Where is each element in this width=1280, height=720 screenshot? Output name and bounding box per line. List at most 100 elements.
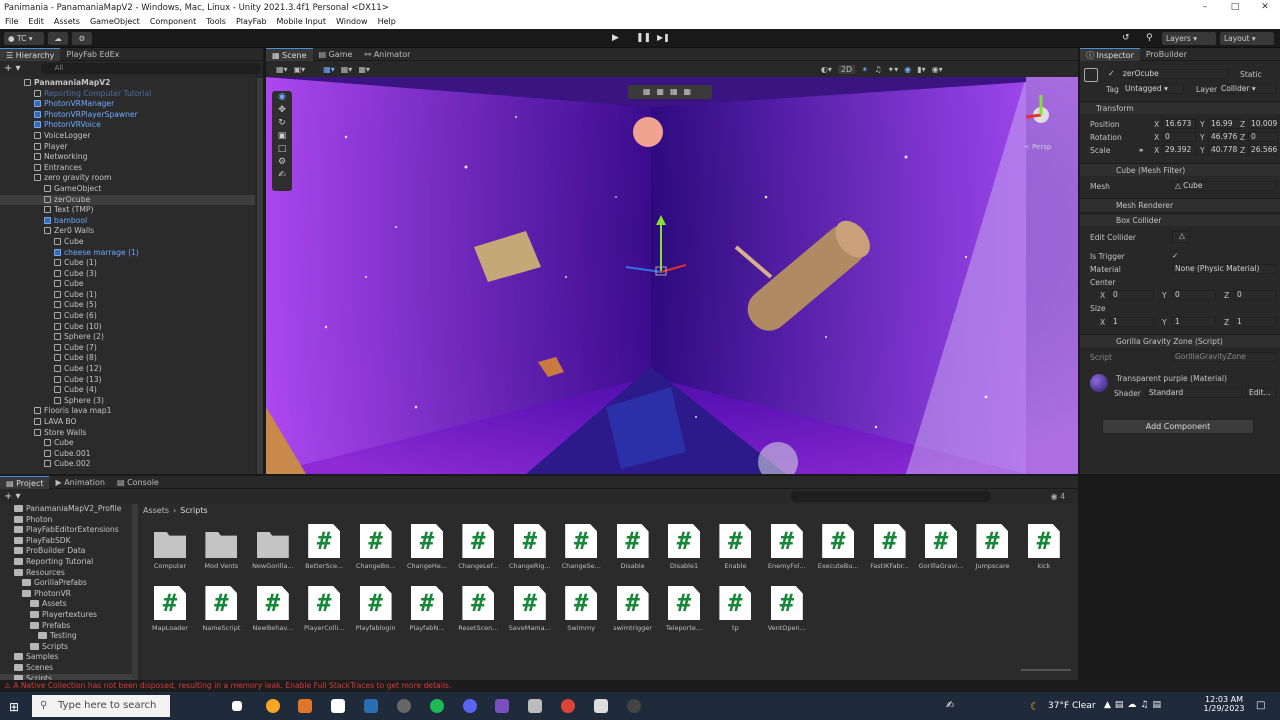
center-x-field[interactable]: 0	[1110, 290, 1154, 300]
tab-probuilder[interactable]: ProBuilder	[1140, 48, 1193, 61]
hierarchy-item[interactable]: Sphere (3)	[0, 396, 255, 407]
scale-tool-icon[interactable]: ▣	[272, 130, 292, 143]
project-add-icon[interactable]: + ▾	[4, 491, 21, 502]
script-asset[interactable]: # NewBehav...	[248, 586, 298, 632]
center-z-field[interactable]: 0	[1234, 290, 1276, 300]
tag-dropdown[interactable]: Untagged ▾	[1122, 84, 1184, 94]
hierarchy-item[interactable]: PhotonVRPlayerSpawner	[0, 110, 255, 121]
script-asset[interactable]: # Disable	[608, 524, 658, 570]
lighting-icon[interactable]: ☀	[861, 65, 868, 74]
scale-x-field[interactable]: 29.392	[1162, 145, 1196, 155]
rotation-z-field[interactable]: 0	[1248, 132, 1278, 142]
shader-edit-button[interactable]: Edit...	[1246, 388, 1276, 398]
rect-tool-icon[interactable]: □	[272, 143, 292, 156]
mesh-renderer-header[interactable]: Mesh Renderer	[1080, 198, 1280, 211]
persp-label[interactable]: < Persp	[1024, 143, 1051, 151]
probuilder-overlay[interactable]: ▦▦▦▦	[628, 85, 712, 99]
script-asset[interactable]: # BetterSce...	[299, 524, 349, 570]
add-icon[interactable]: + ▾	[4, 63, 21, 74]
unity-hub-icon[interactable]	[627, 699, 641, 713]
tab-inspector[interactable]: ⓘ Inspector	[1080, 47, 1140, 61]
hierarchy-item[interactable]: Cube (12)	[0, 364, 255, 375]
transform-tool-icon[interactable]: ⚙	[272, 156, 292, 169]
pivot-icon[interactable]: ▦▾	[358, 65, 370, 74]
scale-y-field[interactable]: 40.778	[1208, 145, 1242, 155]
script-asset[interactable]: # PlayfabN...	[402, 586, 452, 632]
github-icon[interactable]	[397, 699, 411, 713]
hierarchy-item[interactable]: Entrances	[0, 163, 255, 174]
breadcrumb-scripts[interactable]: Scripts	[180, 506, 207, 515]
hierarchy-item[interactable]: Text (TMP)	[0, 205, 255, 216]
rotation-x-field[interactable]: 0	[1162, 132, 1196, 142]
hierarchy-scrollbar[interactable]	[257, 78, 263, 474]
cloud-icon[interactable]: ☁	[48, 32, 68, 45]
hierarchy-item[interactable]: Cube	[0, 438, 255, 449]
position-y-field[interactable]: 16.99	[1208, 119, 1242, 129]
project-folder-item[interactable]: Scenes	[0, 663, 138, 674]
status-bar[interactable]: ⚠ A Native Collection has not been dispo…	[0, 680, 1280, 692]
sublime-icon[interactable]	[298, 699, 312, 713]
hierarchy-item[interactable]: Cube.001	[0, 449, 255, 460]
close-icon[interactable]: ✕	[1250, 0, 1280, 15]
script-asset[interactable]: # ResetScen...	[453, 586, 503, 632]
custom-tool-icon[interactable]: ✍	[272, 169, 292, 182]
weather-icon[interactable]: ☾	[1030, 700, 1040, 713]
hidden-objects-icon[interactable]: ◉	[904, 65, 911, 74]
script-asset[interactable]: # MapLoader	[145, 586, 195, 632]
menu-gameobject[interactable]: GameObject	[85, 15, 145, 29]
project-folder-item[interactable]: Playertextures	[0, 610, 138, 621]
taskbar-search-input[interactable]: Type here to search	[32, 695, 170, 717]
center-y-field[interactable]: 0	[1172, 290, 1216, 300]
spotify-icon[interactable]	[430, 699, 444, 713]
increment-snap-icon[interactable]: ▦▾	[341, 65, 353, 74]
gravity-zone-header[interactable]: Gorilla Gravity Zone (Script)	[1080, 334, 1280, 347]
tab-animation[interactable]: ▶ Animation	[49, 476, 111, 489]
project-folder-item[interactable]: Assets	[0, 599, 138, 610]
link-scale-icon[interactable]: ⚭	[1138, 146, 1144, 155]
menu-tools[interactable]: Tools	[201, 15, 231, 29]
script-asset[interactable]: # Jumpscare	[967, 524, 1017, 570]
project-folder-item[interactable]: PlayFabSDK	[0, 536, 138, 547]
hierarchy-item[interactable]: Cube.002	[0, 459, 255, 470]
script-asset[interactable]: # SaveMama...	[505, 586, 555, 632]
project-folder-item[interactable]: Reporting Tutorial	[0, 557, 138, 568]
project-folder-item[interactable]: Scripts	[0, 642, 138, 653]
task-view-icon[interactable]	[232, 701, 242, 711]
hierarchy-item[interactable]: Cube (8)	[0, 353, 255, 364]
script-asset[interactable]: # kick	[1019, 524, 1069, 570]
hierarchy-item[interactable]: GameObject	[0, 184, 255, 195]
hierarchy-item[interactable]: VoiceLogger	[0, 131, 255, 142]
hierarchy-item[interactable]: Networking	[0, 152, 255, 163]
transform-header[interactable]: Transform	[1080, 101, 1280, 114]
hierarchy-item[interactable]: Player	[0, 142, 255, 153]
rotation-y-field[interactable]: 46.976	[1208, 132, 1242, 142]
scene-viewport[interactable]: ◉ ✥ ↻ ▣ □ ⚙ ✍ ▦▦▦▦ < Persp	[266, 77, 1078, 474]
windows-start-icon[interactable]: ⊞	[9, 700, 19, 714]
mesh-field[interactable]: △ Cube	[1172, 181, 1276, 191]
position-z-field[interactable]: 10.009	[1248, 119, 1278, 129]
edit-collider-button[interactable]: △	[1172, 231, 1190, 243]
physic-material-field[interactable]: None (Physic Material)	[1172, 264, 1276, 274]
breadcrumb-assets[interactable]: Assets	[143, 506, 169, 515]
layer-dropdown[interactable]: Collider ▾	[1218, 84, 1276, 94]
box-collider-header[interactable]: Box Collider	[1080, 213, 1280, 226]
project-folder-item[interactable]: ProBuilder Data	[0, 546, 138, 557]
project-folder-item[interactable]: Samples	[0, 652, 138, 663]
menu-help[interactable]: Help	[373, 15, 401, 29]
grid-icon[interactable]: ▣▾	[294, 65, 306, 74]
script-asset[interactable]: # Teleporte...	[659, 586, 709, 632]
hierarchy-item[interactable]: Cube (10)	[0, 322, 255, 333]
tray-icons[interactable]: ▲▤☁♫▤	[1104, 700, 1165, 710]
view-tool-icon[interactable]: ◉	[272, 91, 292, 104]
script-asset[interactable]: # PlayerColli...	[299, 586, 349, 632]
layers-dropdown[interactable]: Layers ▾	[1162, 32, 1216, 45]
menu-component[interactable]: Component	[145, 15, 201, 29]
project-tree-scrollbar[interactable]	[132, 504, 138, 680]
project-folder-item[interactable]: PanamaniaMapV2_Profile	[0, 504, 138, 515]
hierarchy-item[interactable]: Cube (7)	[0, 343, 255, 354]
hierarchy-item[interactable]: Cube	[0, 237, 255, 248]
hierarchy-item[interactable]: zero gravity room	[0, 173, 255, 184]
active-checkbox[interactable]: ✓	[1108, 69, 1115, 78]
hierarchy-item[interactable]: Reporting Computer Tutorial	[0, 89, 255, 100]
menu-playfab[interactable]: PlayFab	[231, 15, 272, 29]
